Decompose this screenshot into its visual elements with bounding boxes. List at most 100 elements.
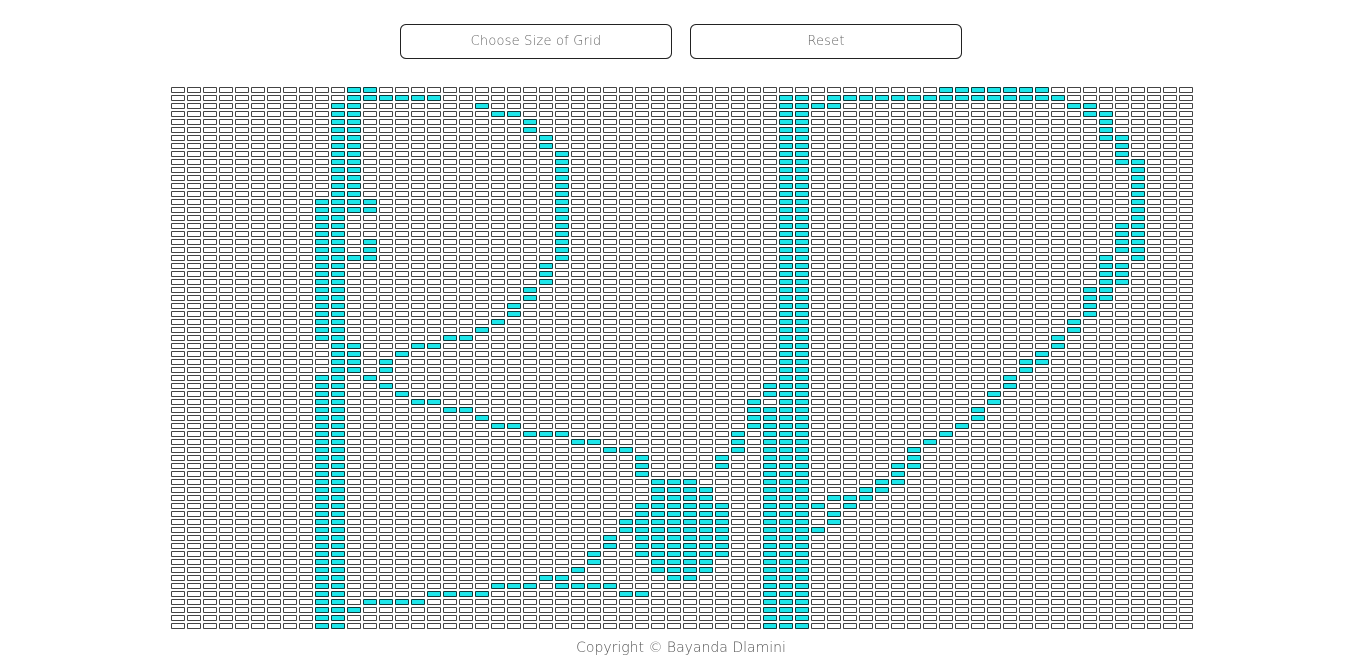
grid-cell[interactable] (747, 87, 761, 93)
grid-cell[interactable] (1099, 623, 1113, 629)
grid-cell[interactable] (539, 119, 553, 125)
grid-cell[interactable] (539, 223, 553, 229)
grid-cell[interactable] (491, 303, 505, 309)
grid-cell[interactable] (1083, 383, 1097, 389)
grid-cell[interactable] (427, 391, 441, 397)
grid-cell[interactable] (779, 127, 793, 133)
grid-cell[interactable] (875, 271, 889, 277)
grid-cell[interactable] (699, 199, 713, 205)
grid-cell[interactable] (331, 431, 345, 437)
grid-cell[interactable] (267, 343, 281, 349)
grid-cell[interactable] (987, 511, 1001, 517)
grid-cell[interactable] (955, 87, 969, 93)
grid-cell[interactable] (827, 527, 841, 533)
grid-cell[interactable] (251, 319, 265, 325)
grid-cell[interactable] (1131, 311, 1145, 317)
grid-cell[interactable] (1019, 439, 1033, 445)
grid-cell[interactable] (619, 471, 633, 477)
grid-cell[interactable] (219, 247, 233, 253)
grid-cell[interactable] (1115, 487, 1129, 493)
grid-cell[interactable] (715, 135, 729, 141)
grid-cell[interactable] (587, 391, 601, 397)
grid-cell[interactable] (1067, 255, 1081, 261)
grid-cell[interactable] (1067, 615, 1081, 621)
grid-cell[interactable] (907, 127, 921, 133)
grid-cell[interactable] (1067, 351, 1081, 357)
grid-cell[interactable] (1051, 559, 1065, 565)
grid-cell[interactable] (203, 215, 217, 221)
grid-cell[interactable] (1115, 599, 1129, 605)
grid-cell[interactable] (1147, 567, 1161, 573)
grid-cell[interactable] (987, 263, 1001, 269)
grid-cell[interactable] (379, 567, 393, 573)
grid-cell[interactable] (987, 215, 1001, 221)
grid-cell[interactable] (1051, 207, 1065, 213)
grid-cell[interactable] (187, 263, 201, 269)
grid-cell[interactable] (379, 207, 393, 213)
grid-cell[interactable] (411, 495, 425, 501)
grid-cell[interactable] (891, 527, 905, 533)
grid-cell[interactable] (683, 471, 697, 477)
grid-cell[interactable] (715, 431, 729, 437)
grid-cell[interactable] (571, 319, 585, 325)
grid-cell[interactable] (1003, 591, 1017, 597)
grid-cell[interactable] (1083, 407, 1097, 413)
grid-cell[interactable] (235, 87, 249, 93)
grid-cell[interactable] (955, 407, 969, 413)
grid-cell[interactable] (827, 175, 841, 181)
grid-cell[interactable] (427, 279, 441, 285)
grid-cell[interactable] (811, 279, 825, 285)
grid-cell[interactable] (267, 391, 281, 397)
grid-cell[interactable] (1019, 519, 1033, 525)
grid-cell[interactable] (571, 607, 585, 613)
grid-cell[interactable] (507, 167, 521, 173)
grid-cell[interactable] (1019, 207, 1033, 213)
grid-cell[interactable] (331, 127, 345, 133)
grid-cell[interactable] (747, 231, 761, 237)
grid-cell[interactable] (203, 103, 217, 109)
grid-cell[interactable] (395, 287, 409, 293)
grid-cell[interactable] (539, 495, 553, 501)
grid-cell[interactable] (651, 431, 665, 437)
grid-cell[interactable] (715, 367, 729, 373)
grid-cell[interactable] (1099, 279, 1113, 285)
grid-cell[interactable] (1051, 247, 1065, 253)
grid-cell[interactable] (1051, 599, 1065, 605)
grid-cell[interactable] (667, 263, 681, 269)
grid-cell[interactable] (299, 439, 313, 445)
grid-cell[interactable] (587, 263, 601, 269)
grid-cell[interactable] (427, 503, 441, 509)
grid-cell[interactable] (859, 479, 873, 485)
grid-cell[interactable] (779, 615, 793, 621)
grid-cell[interactable] (811, 463, 825, 469)
grid-cell[interactable] (219, 607, 233, 613)
grid-cell[interactable] (1083, 239, 1097, 245)
grid-cell[interactable] (827, 319, 841, 325)
grid-cell[interactable] (683, 175, 697, 181)
grid-cell[interactable] (667, 319, 681, 325)
grid-cell[interactable] (747, 255, 761, 261)
grid-cell[interactable] (811, 487, 825, 493)
grid-cell[interactable] (843, 455, 857, 461)
grid-cell[interactable] (203, 303, 217, 309)
grid-cell[interactable] (715, 615, 729, 621)
grid-cell[interactable] (331, 303, 345, 309)
grid-cell[interactable] (747, 239, 761, 245)
grid-cell[interactable] (923, 415, 937, 421)
grid-cell[interactable] (603, 463, 617, 469)
grid-cell[interactable] (203, 375, 217, 381)
grid-cell[interactable] (763, 623, 777, 629)
grid-cell[interactable] (171, 263, 185, 269)
grid-cell[interactable] (379, 151, 393, 157)
grid-cell[interactable] (971, 399, 985, 405)
grid-cell[interactable] (763, 207, 777, 213)
grid-cell[interactable] (1019, 287, 1033, 293)
grid-cell[interactable] (603, 471, 617, 477)
grid-cell[interactable] (763, 159, 777, 165)
grid-cell[interactable] (443, 311, 457, 317)
grid-cell[interactable] (971, 111, 985, 117)
grid-cell[interactable] (507, 255, 521, 261)
grid-cell[interactable] (203, 191, 217, 197)
grid-cell[interactable] (459, 391, 473, 397)
grid-cell[interactable] (795, 447, 809, 453)
